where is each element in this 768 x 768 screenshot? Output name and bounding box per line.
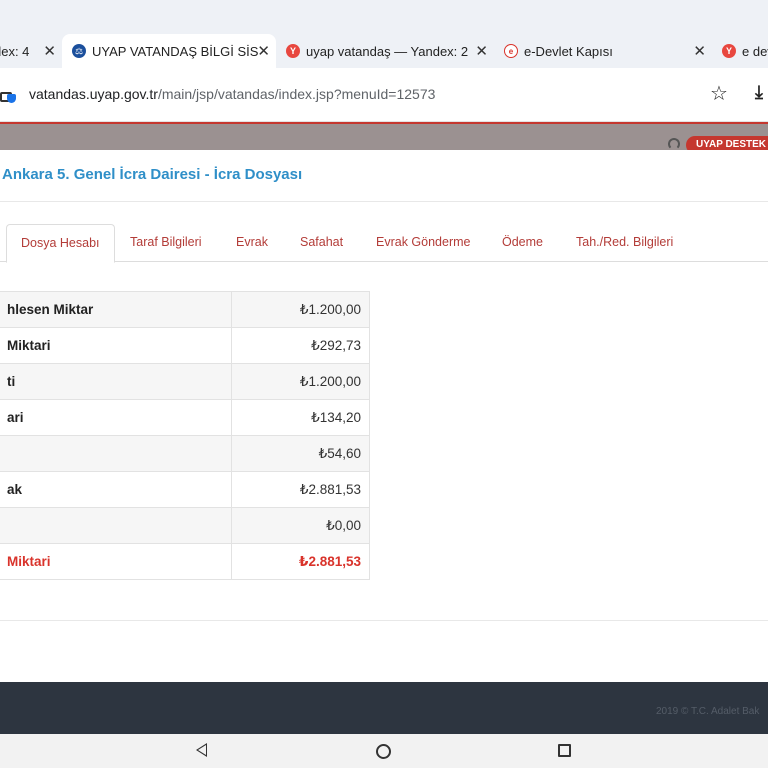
recent-apps-icon[interactable] [558,744,571,757]
table-row: hlesen Miktar ₺1.200,00 [0,291,370,328]
tab-title: UYAP VATANDAŞ BİLGİ SİS [92,43,259,59]
table-row: ti ₺1.200,00 [0,363,370,400]
row-label [0,507,233,544]
row-label: Miktari [0,327,233,364]
total-row: Miktari ₺2.881,53 [0,543,370,580]
tab-evrak-gonderme[interactable]: Evrak Gönderme [362,224,484,262]
url-field[interactable]: vatandas.uyap.gov.tr/main/jsp/vatandas/i… [29,86,435,102]
headset-icon [668,138,680,150]
bookmark-star-icon[interactable]: ☆ [710,81,728,106]
modal-title: Ankara 5. Genel İcra Dairesi - İcra Dosy… [2,166,303,183]
row-value: ₺134,20 [231,399,370,436]
home-icon[interactable] [376,744,391,759]
yandex-icon: Y [286,44,300,58]
browser-tab-edevlet[interactable]: e e-Devlet Kapısı ✕ [504,34,710,68]
browser-tab-yandex-search[interactable]: Y uyap vatandaş — Yandex: 2 ✕ [286,34,492,68]
copyright-text: 2019 © T.C. Adalet Bak [656,706,760,717]
row-label: ti [0,363,233,400]
row-label: hlesen Miktar [0,291,233,328]
divider [0,201,768,202]
table-row: ₺54,60 [0,435,370,472]
close-icon[interactable]: ✕ [43,42,56,60]
table-row: Miktari ₺292,73 [0,327,370,364]
table-row: ₺0,00 [0,507,370,544]
row-value: ₺54,60 [231,435,370,472]
tab-tah-red-bilgileri[interactable]: Tah./Red. Bilgileri [562,224,687,262]
download-icon[interactable]: ⤓ [755,82,763,103]
case-file-modal: Ankara 5. Genel İcra Dairesi - İcra Dosy… [0,150,768,682]
site-info-lock-icon[interactable] [0,84,16,103]
browser-tab-uyap[interactable]: ⚖ UYAP VATANDAŞ BİLGİ SİS ✕ [62,34,276,68]
row-value: ₺0,00 [231,507,370,544]
table-row: ari ₺134,20 [0,399,370,436]
yandex-icon: Y [722,44,736,58]
total-value: ₺2.881,53 [231,543,370,580]
close-icon[interactable]: ✕ [693,42,706,60]
address-bar: vatandas.uyap.gov.tr/main/jsp/vatandas/i… [0,68,768,122]
row-label: ari [0,399,233,436]
row-value: ₺1.200,00 [231,363,370,400]
url-host: vatandas.uyap.gov.tr [29,86,158,102]
row-label: ak [0,471,233,508]
tab-dosya-hesabi[interactable]: Dosya Hesabı [6,224,115,263]
tab-title: dex: 4 [0,43,30,59]
edevlet-icon: e [504,44,518,58]
system-nav-bar [0,734,768,768]
url-path: /main/jsp/vatandas/index.jsp?menuId=1257… [157,86,436,102]
row-value: ₺1.200,00 [231,291,370,328]
tab-title: e dev [742,43,768,59]
site-footer: 2019 © T.C. Adalet Bak [0,682,768,734]
browser-tab-edevlet-search[interactable]: Y e dev [722,34,768,68]
browser-tab-strip: dex: 4 ✕ ⚖ UYAP VATANDAŞ BİLGİ SİS ✕ Y u… [0,0,768,68]
browser-tab-yandex[interactable]: dex: 4 ✕ [0,34,58,68]
divider [0,620,768,621]
site-header-bar: UYAP DESTEK [0,122,768,154]
tab-evrak[interactable]: Evrak [222,224,282,262]
close-icon[interactable]: ✕ [475,42,488,60]
tab-title: e-Devlet Kapısı [524,43,613,59]
case-tabs: Dosya Hesabı Taraf Bilgileri Evrak Safah… [0,224,768,263]
row-value: ₺292,73 [231,327,370,364]
tab-odeme[interactable]: Ödeme [488,224,557,262]
tab-safahat[interactable]: Safahat [286,224,357,262]
row-value: ₺2.881,53 [231,471,370,508]
total-label: Miktari [0,543,233,580]
uyap-icon: ⚖ [72,44,86,58]
tab-taraf-bilgileri[interactable]: Taraf Bilgileri [116,224,216,262]
account-table: hlesen Miktar ₺1.200,00 Miktari ₺292,73 … [0,291,370,580]
row-label [0,435,233,472]
tab-title: uyap vatandaş — Yandex: 2 [306,43,469,59]
close-icon[interactable]: ✕ [257,42,270,60]
back-icon[interactable] [196,743,207,757]
table-row: ak ₺2.881,53 [0,471,370,508]
